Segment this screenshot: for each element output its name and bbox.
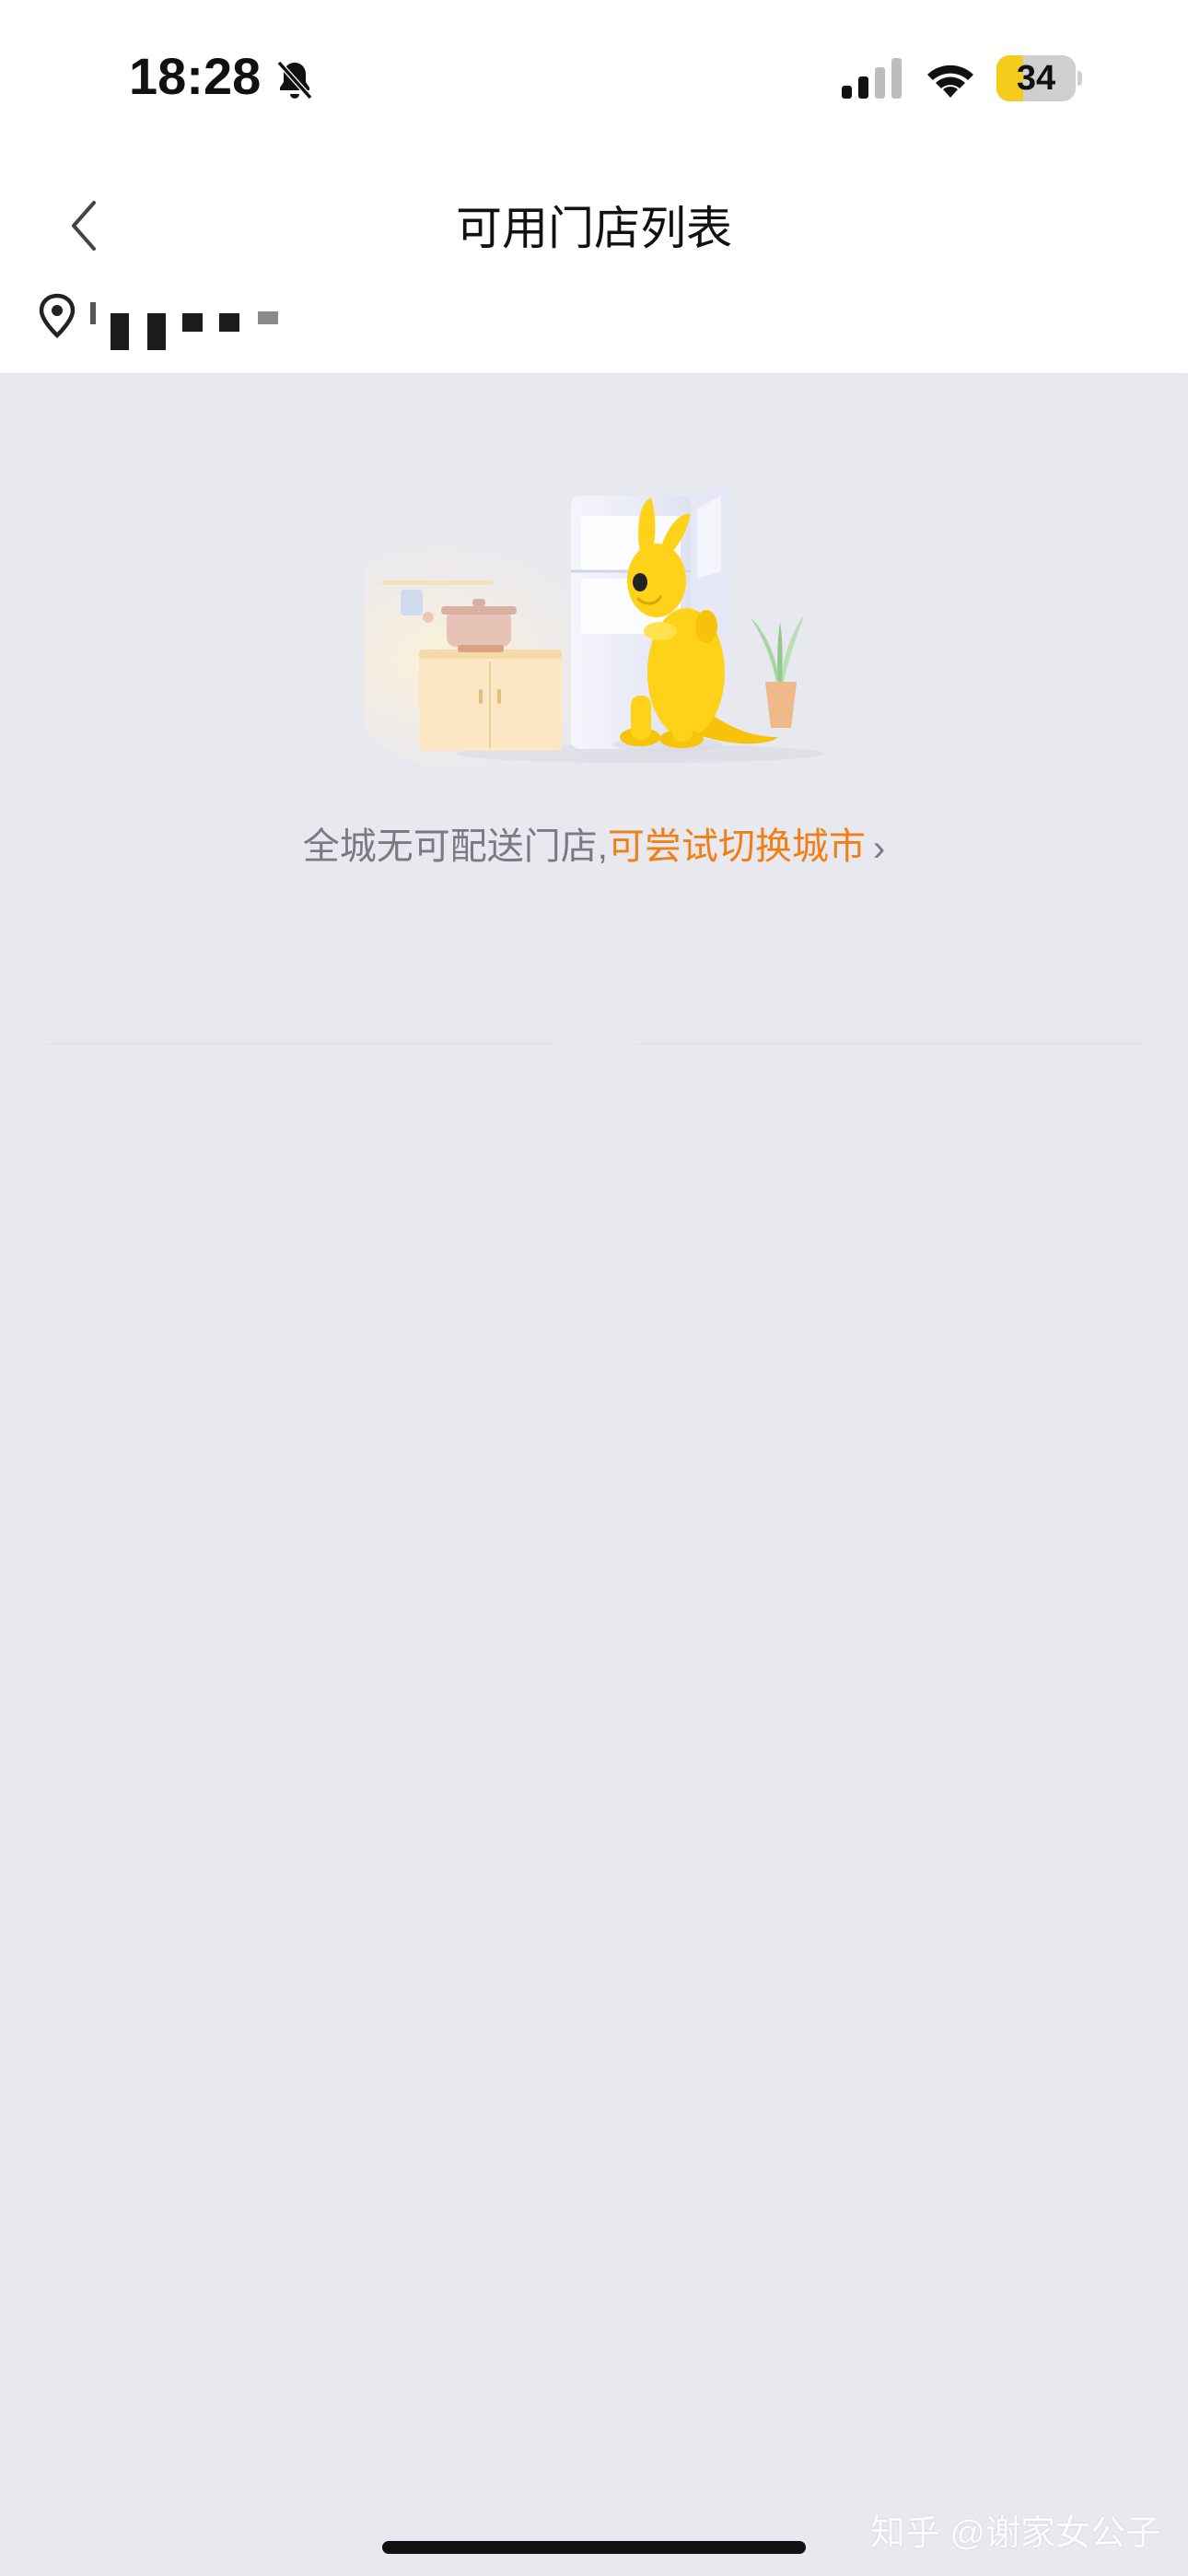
switch-city-link[interactable]: 可尝试切换城市 (608, 826, 866, 867)
battery-indicator: 34 (996, 55, 1082, 101)
location-redacted-block (111, 313, 129, 350)
wifi-icon (927, 64, 973, 98)
empty-state-illustration (364, 477, 824, 774)
watermark: 知乎 @谢家女公子 (869, 2514, 1160, 2553)
bell-slash-icon (276, 60, 313, 100)
header-area: 18:28 34 可用门店列表 (0, 0, 1188, 373)
battery-body: 34 (996, 55, 1076, 101)
location-redacted-block (258, 311, 278, 324)
cellular-signal-icon (842, 58, 902, 99)
home-indicator[interactable] (382, 2541, 806, 2554)
location-redacted-block (147, 313, 166, 350)
battery-level-text: 34 (1016, 59, 1056, 98)
location-redacted-block (182, 313, 203, 332)
chevron-right-icon[interactable]: › (873, 828, 885, 870)
location-redacted-block (90, 302, 96, 324)
location-redacted-block (219, 313, 239, 332)
location-pin-icon[interactable] (37, 293, 77, 339)
page-title: 可用门店列表 (456, 203, 732, 254)
empty-state-text: 全城无可配送门店, (302, 826, 608, 867)
divider-left (46, 1043, 553, 1045)
divider-right (635, 1043, 1142, 1045)
battery-tip (1077, 71, 1082, 86)
empty-state-message: 全城无可配送门店,可尝试切换城市 › (0, 816, 1188, 870)
status-time: 18:28 (129, 47, 262, 105)
page: 18:28 34 可用门店列表 全城无可配送门店,可尝试切换城市 › 知乎 @谢… (0, 0, 1188, 2576)
